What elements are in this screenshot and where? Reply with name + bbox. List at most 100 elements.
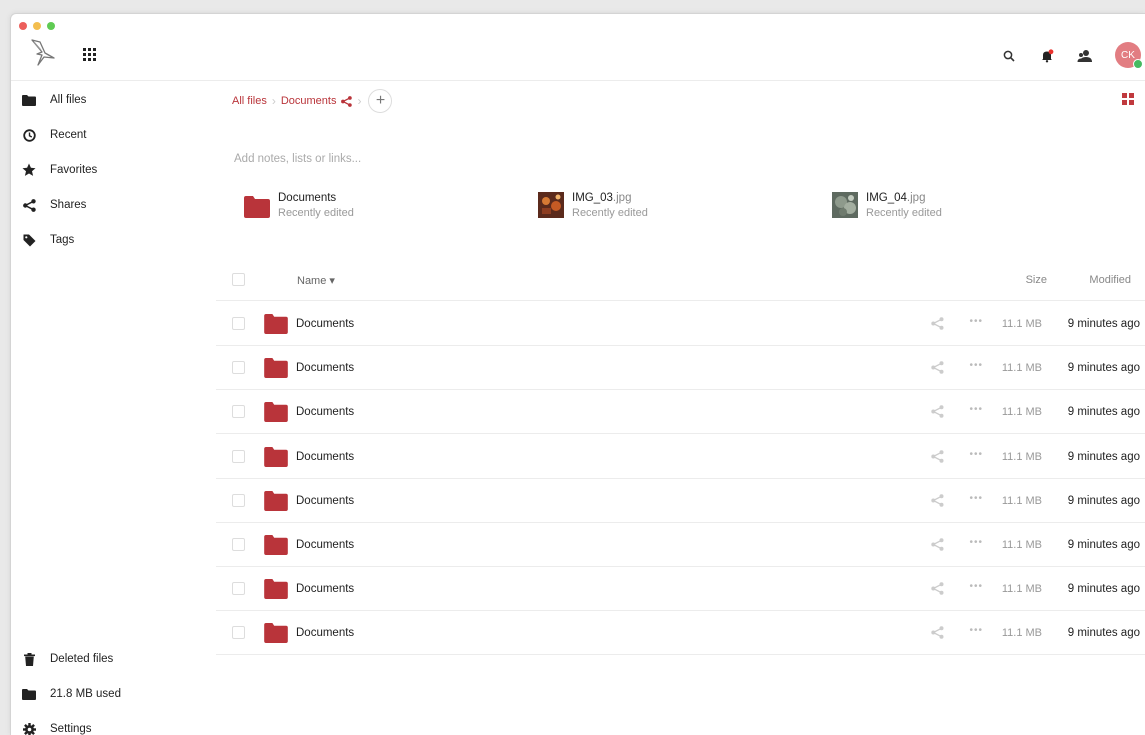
breadcrumb-current[interactable]: Documents <box>281 95 337 107</box>
sidebar-item-shares[interactable]: Shares <box>11 192 216 218</box>
bell-icon[interactable] <box>1033 42 1061 70</box>
tag-icon <box>22 233 36 247</box>
recent-item-img-04[interactable]: IMG_04.jpg Recently edited <box>832 188 942 222</box>
sidebar-item-favorites[interactable]: Favorites <box>11 157 216 183</box>
folder-icon <box>264 623 288 644</box>
sidebar-item-label: Deleted files <box>50 653 114 665</box>
folder-icon <box>244 192 270 218</box>
file-size: 11.1 MB <box>1001 406 1042 419</box>
name-column-header[interactable]: Name ▾ <box>297 274 335 287</box>
file-name[interactable]: Documents <box>296 318 354 330</box>
file-name[interactable]: Documents <box>296 539 354 551</box>
gear-icon <box>22 722 36 735</box>
row-checkbox[interactable] <box>232 582 245 596</box>
file-name[interactable]: Documents <box>296 451 354 463</box>
row-checkbox[interactable] <box>232 538 245 551</box>
breadcrumb: All files › Documents › + <box>232 89 393 113</box>
share-icon[interactable] <box>931 494 944 507</box>
image-thumbnail <box>832 192 858 218</box>
folder-icon <box>264 358 288 379</box>
share-icon[interactable] <box>931 361 944 374</box>
more-actions-icon[interactable]: ••• <box>969 625 983 636</box>
more-actions-icon[interactable]: ••• <box>969 449 983 460</box>
more-actions-icon[interactable]: ••• <box>969 581 983 592</box>
notes-input[interactable]: Add notes, lists or links... <box>234 153 361 165</box>
more-actions-icon[interactable]: ••• <box>969 493 983 504</box>
apps-grid-icon[interactable] <box>83 48 97 62</box>
sidebar-item-quota[interactable]: 21.8 MB used <box>11 681 216 707</box>
file-name[interactable]: Documents <box>296 627 354 639</box>
more-actions-icon[interactable]: ••• <box>969 360 983 371</box>
file-name[interactable]: Documents <box>296 362 354 374</box>
recent-item-documents[interactable]: Documents Recently edited <box>244 188 354 222</box>
file-name[interactable]: Documents <box>296 583 354 595</box>
row-checkbox[interactable] <box>232 405 245 419</box>
file-name[interactable]: Documents <box>296 495 354 507</box>
breadcrumb-separator: › <box>271 94 276 108</box>
table-row[interactable]: Documents ••• 11.1 MB 9 minutes ago <box>216 611 1145 656</box>
sort-indicator-icon: ▾ <box>329 275 335 287</box>
share-icon[interactable] <box>931 582 944 595</box>
modified-column-header[interactable]: Modified <box>1089 274 1131 286</box>
nextcloud-bird-logo[interactable] <box>28 38 56 68</box>
folder-icon <box>22 93 36 107</box>
size-column-header[interactable]: Size <box>1026 274 1047 286</box>
table-row[interactable]: Documents ••• 11.1 MB 9 minutes ago <box>216 302 1145 346</box>
file-name[interactable]: Documents <box>296 406 354 418</box>
sidebar-item-label: 21.8 MB used <box>50 688 121 700</box>
table-row[interactable]: Documents ••• 11.1 MB 9 minutes ago <box>216 435 1145 479</box>
row-checkbox[interactable] <box>232 361 245 375</box>
folder-icon <box>264 314 288 334</box>
file-size: 11.1 MB <box>1001 318 1042 330</box>
share-icon[interactable] <box>931 449 944 463</box>
clock-icon <box>22 128 36 142</box>
recent-item-ext: .jpg <box>612 191 632 204</box>
recent-item-ext: .jpg <box>906 191 926 204</box>
new-item-button[interactable]: + <box>368 89 393 113</box>
file-modified: 9 minutes ago <box>1067 494 1140 507</box>
share-icon[interactable] <box>931 405 944 419</box>
table-row[interactable]: Documents ••• 11.1 MB 9 minutes ago <box>216 346 1145 391</box>
sidebar-item-settings[interactable]: Settings <box>11 716 216 735</box>
row-checkbox[interactable] <box>232 317 245 330</box>
row-checkbox[interactable] <box>232 626 245 640</box>
table-row[interactable]: Documents ••• 11.1 MB 9 minutes ago <box>216 390 1145 435</box>
more-actions-icon[interactable]: ••• <box>969 537 983 548</box>
file-modified: 9 minutes ago <box>1067 318 1140 330</box>
user-avatar[interactable]: CK <box>1115 42 1143 69</box>
main-content: All files › Documents › + Add notes, lis… <box>216 81 1145 735</box>
file-size: 11.1 MB <box>1001 539 1042 551</box>
sidebar-item-deleted-files[interactable]: Deleted files <box>11 646 216 672</box>
more-actions-icon[interactable]: ••• <box>969 404 983 415</box>
image-thumbnail <box>538 192 564 218</box>
file-size: 11.1 MB <box>1001 583 1042 596</box>
share-icon[interactable] <box>931 317 944 330</box>
row-checkbox[interactable] <box>232 449 245 463</box>
recent-item-img-03[interactable]: IMG_03.jpg Recently edited <box>538 188 648 222</box>
header-actions: CK <box>995 42 1145 70</box>
recent-item-name: Documents <box>278 191 337 204</box>
table-row[interactable]: Documents ••• 11.1 MB 9 minutes ago <box>216 479 1145 523</box>
file-size: 11.1 MB <box>1001 450 1042 463</box>
select-all-checkbox[interactable] <box>232 273 245 286</box>
sidebar-item-label: Tags <box>50 234 75 246</box>
top-header: CK <box>11 14 1145 81</box>
table-row[interactable]: Documents ••• 11.1 MB 9 minutes ago <box>216 567 1145 612</box>
share-icon[interactable] <box>341 95 353 107</box>
table-row[interactable]: Documents ••• 11.1 MB 9 minutes ago <box>216 523 1145 567</box>
file-modified: 9 minutes ago <box>1067 450 1140 463</box>
more-actions-icon[interactable]: ••• <box>969 316 983 327</box>
breadcrumb-root[interactable]: All files <box>232 95 267 107</box>
contacts-icon[interactable] <box>1071 42 1099 70</box>
grid-view-icon[interactable] <box>1122 93 1134 105</box>
row-checkbox[interactable] <box>232 493 245 507</box>
recent-item-name: IMG_04 <box>866 191 907 204</box>
recent-item-subtitle: Recently edited <box>866 206 942 219</box>
sidebar-item-all-files[interactable]: All files <box>11 87 216 113</box>
sidebar-item-tags[interactable]: Tags <box>11 227 216 253</box>
search-icon[interactable] <box>995 42 1023 70</box>
sidebar-item-recent[interactable]: Recent <box>11 122 216 148</box>
share-icon[interactable] <box>931 538 944 551</box>
folder-icon <box>264 490 288 511</box>
share-icon[interactable] <box>931 626 944 640</box>
